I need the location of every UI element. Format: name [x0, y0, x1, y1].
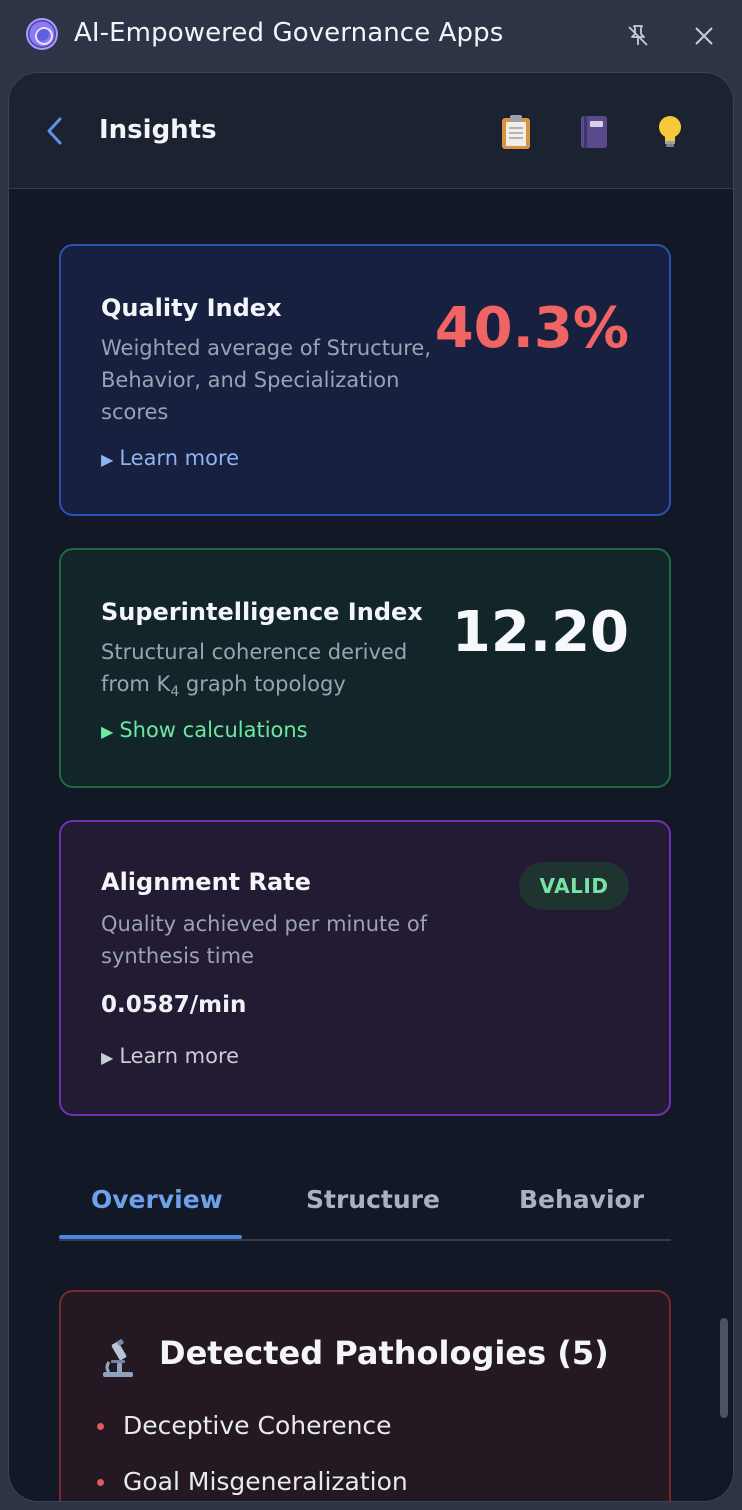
unpin-button[interactable]	[618, 16, 658, 56]
superintelligence-index-value: 12.20	[451, 600, 629, 665]
alignment-rate-card: Alignment Rate Quality achieved per minu…	[59, 820, 671, 1116]
quality-learn-more-label: Learn more	[119, 446, 240, 470]
pathology-list: Deceptive Coherence Goal Misgeneralizati…	[97, 1406, 408, 1501]
alignment-rate-description: Quality achieved per minute of synthesis…	[101, 912, 428, 968]
page-title: Insights	[99, 115, 217, 145]
quality-index-card: Quality Index Weighted average of Struct…	[59, 244, 671, 516]
alignment-learn-more-link[interactable]: ▶ Learn more	[101, 1044, 239, 1068]
notebook-button[interactable]	[574, 111, 614, 153]
notebook-icon	[581, 116, 607, 148]
tab-behavior[interactable]: Behavior	[519, 1185, 644, 1214]
superintelligence-description-sub: 4	[170, 684, 180, 701]
app-window: AI-Empowered Governance Apps Insights Qu…	[0, 0, 742, 1510]
detected-pathologies-title: Detected Pathologies (5)	[159, 1334, 609, 1372]
detected-pathologies-card: Detected Pathologies (5) Deceptive Coher…	[59, 1290, 671, 1501]
app-logo-icon	[26, 18, 58, 50]
close-icon	[695, 27, 713, 45]
triangle-right-icon: ▶	[101, 1048, 114, 1067]
title-bar: AI-Empowered Governance Apps	[0, 0, 742, 72]
quality-learn-more-link[interactable]: ▶ Learn more	[101, 446, 239, 470]
back-button[interactable]	[39, 111, 71, 151]
clipboard-icon	[502, 115, 530, 149]
active-tab-indicator	[59, 1235, 242, 1239]
tab-structure[interactable]: Structure	[306, 1185, 440, 1214]
show-calculations-link[interactable]: ▶ Show calculations	[101, 718, 308, 742]
status-badge: VALID	[519, 862, 629, 910]
list-item: Goal Misgeneralization	[97, 1462, 408, 1501]
unpin-icon	[628, 25, 648, 46]
window-title: AI-Empowered Governance Apps	[74, 18, 504, 48]
alignment-rate-title: Alignment Rate	[101, 868, 311, 896]
superintelligence-index-card: Superintelligence Index Structural coher…	[59, 548, 671, 788]
triangle-right-icon: ▶	[101, 722, 114, 741]
clipboard-button[interactable]	[496, 111, 536, 153]
insights-panel: Insights Quality Index Weighted average …	[8, 72, 734, 1502]
close-button[interactable]	[684, 16, 724, 56]
panel-header: Insights	[9, 73, 733, 189]
tab-overview[interactable]: Overview	[91, 1185, 223, 1214]
show-calculations-label: Show calculations	[119, 718, 308, 742]
superintelligence-description-post: graph topology	[179, 672, 346, 696]
quality-index-title: Quality Index	[101, 294, 282, 322]
superintelligence-index-title: Superintelligence Index	[101, 598, 423, 626]
lightbulb-icon	[659, 116, 681, 147]
microscope-icon	[97, 1338, 139, 1384]
triangle-right-icon: ▶	[101, 450, 114, 469]
scrollbar-thumb[interactable]	[720, 1318, 728, 1418]
alignment-learn-more-label: Learn more	[119, 1044, 240, 1068]
chevron-left-icon	[47, 117, 62, 145]
alignment-rate-value: 0.0587/min	[101, 992, 247, 1018]
lightbulb-button[interactable]	[650, 111, 690, 153]
tab-bar: Overview Structure Behavior	[59, 1173, 671, 1241]
list-item: Deceptive Coherence	[97, 1406, 408, 1462]
superintelligence-index-description: Structural coherence derived from K4 gra…	[101, 636, 451, 708]
quality-index-description: Weighted average of Structure, Behavior,…	[101, 336, 432, 424]
quality-index-value: 40.3%	[434, 296, 629, 361]
